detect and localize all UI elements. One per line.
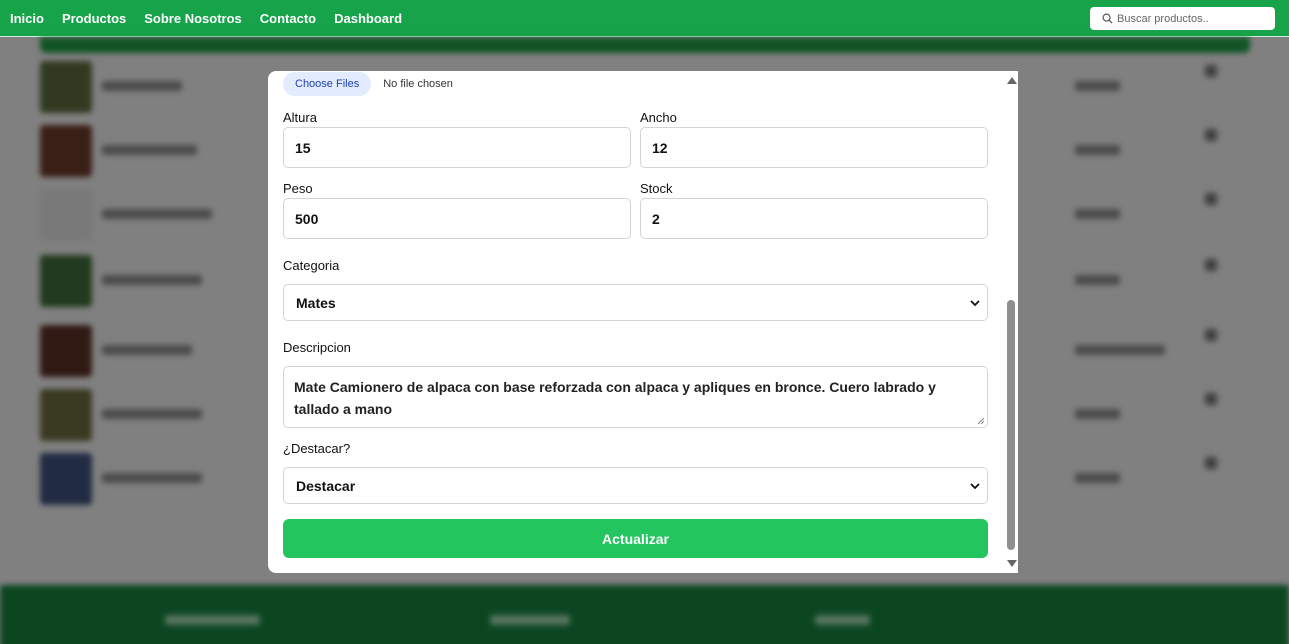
file-upload-row: Choose Files No file chosen (283, 71, 453, 97)
scroll-up-icon[interactable] (1007, 77, 1017, 84)
chevron-down-icon (970, 300, 980, 307)
descripcion-text: Mate Camionero de alpaca con base reforz… (294, 379, 936, 417)
choose-files-button[interactable]: Choose Files (283, 72, 372, 96)
altura-input[interactable]: 15 (283, 127, 631, 168)
categoria-label: Categoria (283, 258, 340, 273)
altura-label: Altura (283, 110, 317, 125)
chevron-down-icon (970, 483, 980, 490)
nav-links: Inicio Productos Sobre Nosotros Contacto… (10, 11, 420, 26)
nav-link-inicio[interactable]: Inicio (10, 11, 44, 26)
destacar-label: ¿Destacar? (283, 441, 351, 456)
ancho-input[interactable]: 12 (640, 127, 988, 168)
search-icon (1102, 13, 1113, 24)
modal-scrollbar[interactable] (1004, 71, 1018, 573)
peso-label: Peso (283, 181, 313, 196)
scroll-down-icon[interactable] (1007, 560, 1017, 567)
descripcion-label: Descripcion (283, 340, 351, 355)
nav-link-contacto[interactable]: Contacto (260, 11, 316, 26)
nav-link-sobre-nosotros[interactable]: Sobre Nosotros (144, 11, 242, 26)
actualizar-button[interactable]: Actualizar (283, 519, 988, 558)
search-input[interactable] (1117, 12, 1267, 25)
stock-input[interactable]: 2 (640, 198, 988, 239)
ancho-label: Ancho (640, 110, 677, 125)
descripcion-textarea[interactable]: Mate Camionero de alpaca con base reforz… (283, 366, 988, 428)
categoria-select[interactable]: Mates (283, 284, 988, 321)
top-navbar: Inicio Productos Sobre Nosotros Contacto… (0, 0, 1289, 37)
nav-link-productos[interactable]: Productos (62, 11, 126, 26)
stock-label: Stock (640, 181, 673, 196)
nav-link-dashboard[interactable]: Dashboard (334, 11, 402, 26)
destacar-selected-value: Destacar (296, 477, 356, 494)
scroll-thumb[interactable] (1007, 300, 1015, 550)
peso-input[interactable]: 500 (283, 198, 631, 239)
file-status-text: No file chosen (383, 78, 453, 90)
resize-grip-icon[interactable] (977, 417, 985, 425)
search-box[interactable] (1090, 7, 1275, 30)
edit-product-modal: Choose Files No file chosen Altura 15 An… (268, 71, 1018, 573)
categoria-selected-value: Mates (296, 294, 336, 311)
destacar-select[interactable]: Destacar (283, 467, 988, 504)
